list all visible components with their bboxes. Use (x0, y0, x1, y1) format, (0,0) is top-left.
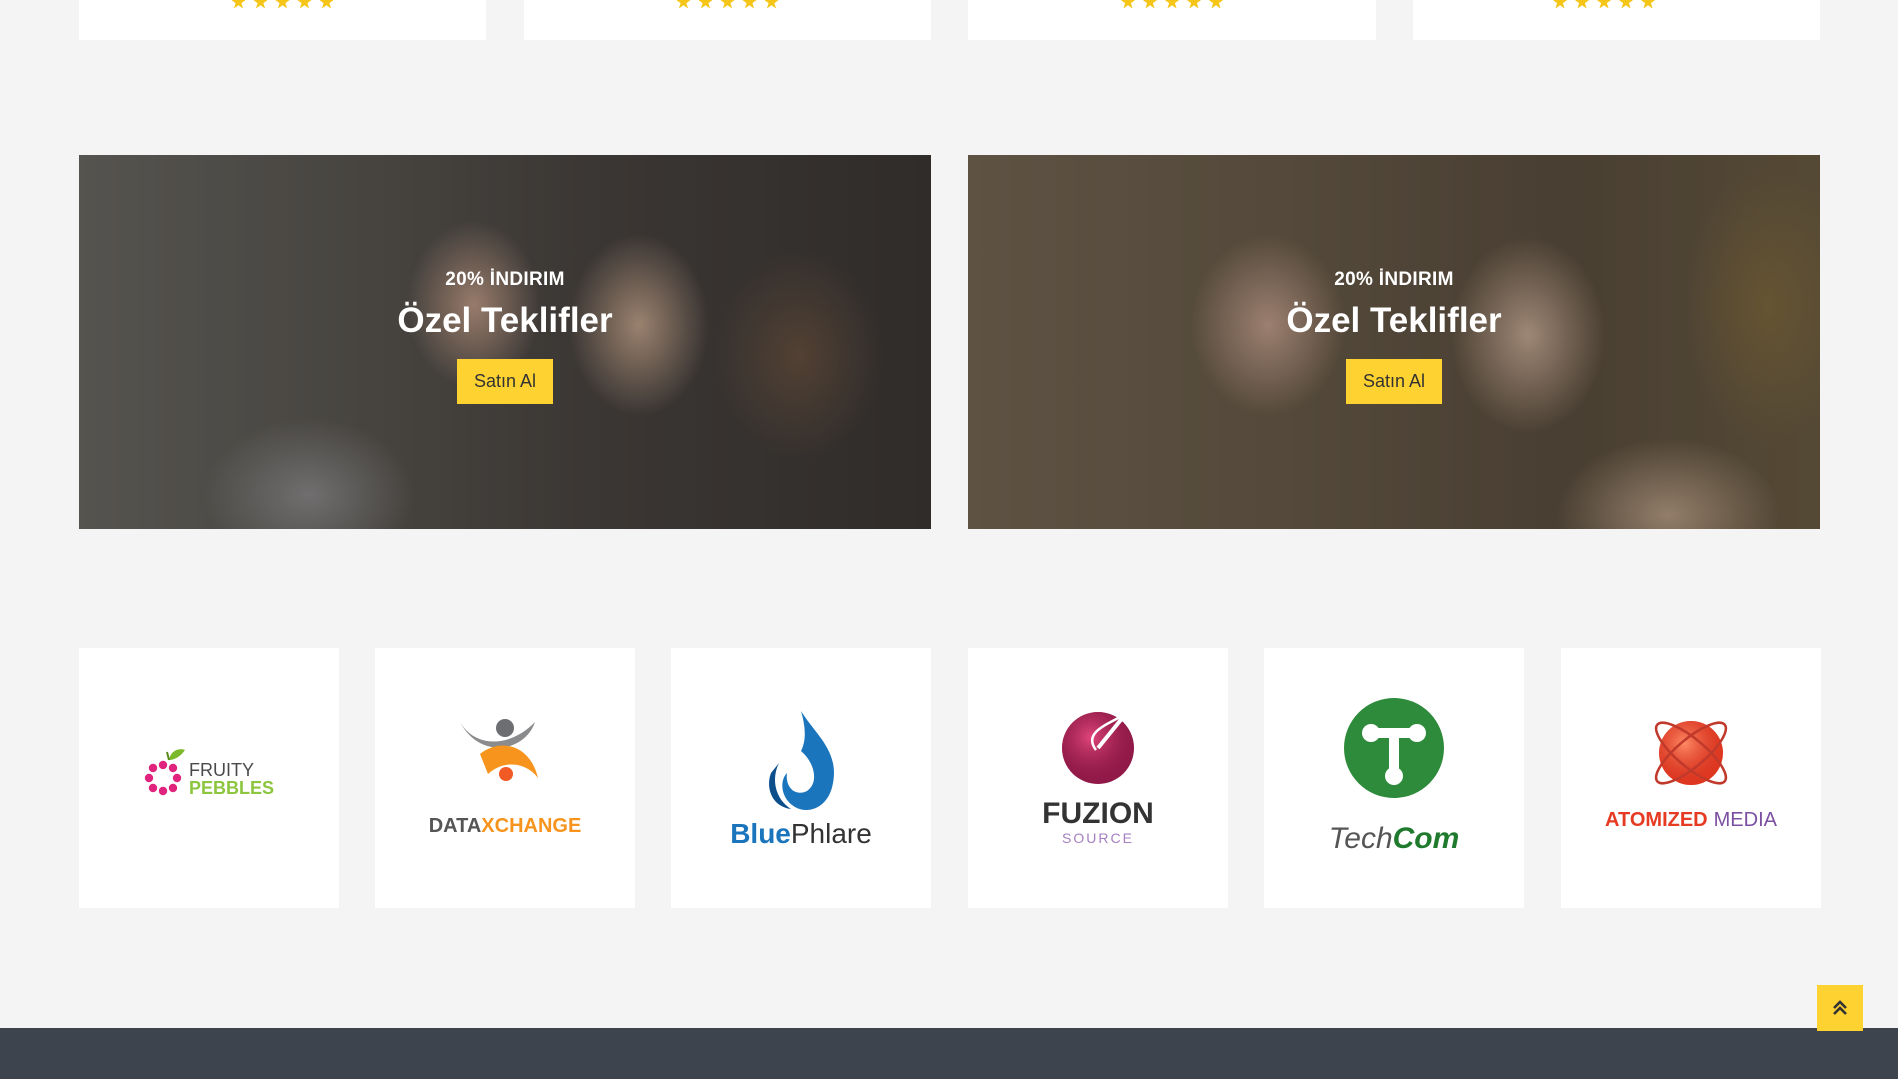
rating-stars (1120, 0, 1224, 10)
star-icon (675, 0, 692, 9)
star-icon (1142, 0, 1158, 9)
product-card[interactable] (1413, 0, 1820, 40)
back-to-top-button[interactable] (1817, 985, 1863, 1031)
svg-text:SOURCE: SOURCE (1062, 830, 1134, 846)
promo-banner[interactable]: 20% İNDIRIM Özel Teklifler Satın Al (79, 155, 931, 529)
atomized-media-wordmark: ATOMIZED MEDIA (1605, 809, 1778, 831)
brand-logo-fruity-pebbles[interactable]: FRUITY PEBBLES (79, 648, 339, 908)
star-icon (1208, 0, 1224, 9)
product-card[interactable] (524, 0, 931, 40)
brand-logo-techcom[interactable]: TechCom (1264, 648, 1524, 908)
star-icon (274, 0, 291, 9)
star-icon (1186, 0, 1202, 9)
banner-discount: 20% İNDIRIM (1334, 269, 1454, 290)
brand-logo-fuzion-source[interactable]: FUZION SOURCE (968, 648, 1228, 908)
dataxchange-logo: DATAXCHANGE (429, 719, 582, 837)
rating-stars (230, 0, 335, 10)
star-icon (741, 0, 758, 9)
banner-discount: 20% İNDIRIM (445, 269, 565, 290)
star-icon (719, 0, 736, 9)
rating-stars (1552, 0, 1656, 10)
star-icon (318, 0, 335, 9)
banner-title: Özel Teklifler (397, 301, 613, 340)
svg-text:FUZION: FUZION (1042, 797, 1154, 830)
buy-button[interactable]: Satın Al (1345, 359, 1443, 404)
svg-text:FRUITY: FRUITY (189, 760, 254, 780)
star-icon (1120, 0, 1136, 9)
product-card[interactable] (968, 0, 1376, 40)
buy-button[interactable]: Satın Al (456, 359, 554, 404)
product-card[interactable] (79, 0, 486, 40)
star-icon (1164, 0, 1180, 9)
bluephlare-wordmark: BluePhlare (730, 818, 872, 849)
rating-stars (675, 0, 780, 10)
dataxchange-wordmark: DATAXCHANGE (429, 815, 582, 837)
brand-logo-dataxchange[interactable]: DATAXCHANGE (375, 648, 635, 908)
brand-logo-atomized-media[interactable]: ATOMIZED MEDIA (1561, 648, 1821, 908)
double-chevron-up-icon (1833, 1000, 1847, 1015)
fuzion-source-logo: FUZION SOURCE (1042, 709, 1154, 846)
star-icon (1574, 0, 1590, 9)
svg-text:PEBBLES: PEBBLES (189, 778, 274, 798)
fruity-pebbles-logo: FRUITY PEBBLES (144, 749, 274, 798)
brand-logo-bluephlare[interactable]: BluePhlare (671, 648, 931, 908)
star-icon (697, 0, 714, 9)
star-icon (1618, 0, 1634, 9)
footer (0, 1028, 1898, 1079)
promo-banner[interactable]: 20% İNDIRIM Özel Teklifler Satın Al (968, 155, 1820, 529)
star-icon (1596, 0, 1612, 9)
star-icon (1552, 0, 1568, 9)
bluephlare-logo: BluePhlare (730, 711, 872, 849)
techcom-wordmark: TechCom (1329, 822, 1460, 855)
star-icon (1640, 0, 1656, 9)
techcom-logo: TechCom (1329, 698, 1460, 855)
atomized-media-logo: ATOMIZED MEDIA (1605, 721, 1778, 831)
star-icon (763, 0, 780, 9)
star-icon (296, 0, 313, 9)
star-icon (230, 0, 247, 9)
banner-title: Özel Teklifler (1286, 301, 1502, 340)
star-icon (252, 0, 269, 9)
